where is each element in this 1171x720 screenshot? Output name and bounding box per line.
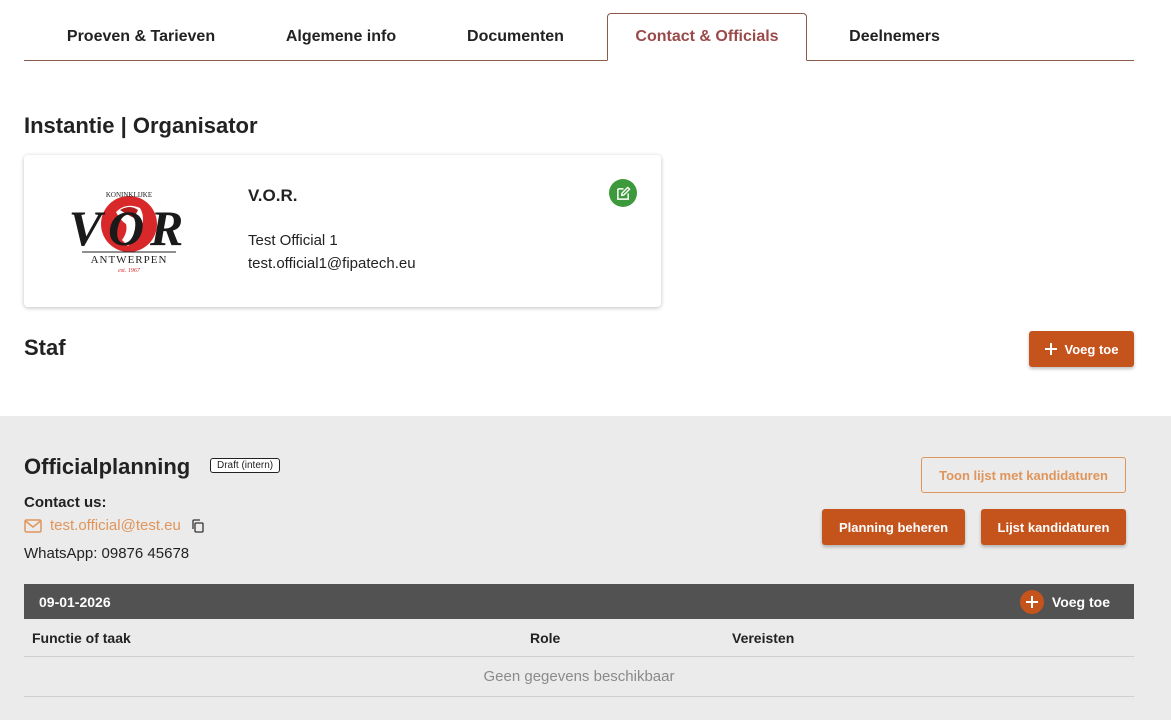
- column-header-role[interactable]: Role: [530, 630, 560, 646]
- organizer-name: V.O.R.: [248, 186, 298, 205]
- add-planning-item-button[interactable]: Voeg toe: [1019, 590, 1110, 614]
- column-header-function[interactable]: Functie of taak: [32, 630, 131, 646]
- add-planning-item-label: Voeg toe: [1051, 594, 1110, 610]
- add-staff-label: Voeg toe: [1064, 341, 1119, 357]
- organizer-card: KONINKLIJKE VOR ANTWERPEN est. 1967 V.O.…: [24, 155, 661, 307]
- plus-icon: [1044, 343, 1057, 355]
- candidates-list-button[interactable]: Lijst kandidaturen: [981, 509, 1126, 545]
- tab-bar: Proeven & Tarieven Algemene info Documen…: [24, 13, 1134, 61]
- tab-contact-officials[interactable]: Contact & Officials: [607, 13, 807, 61]
- plus-circle-icon: [1019, 590, 1044, 614]
- mail-icon: [24, 518, 42, 533]
- table-empty-row: Geen gegevens beschikbaar: [24, 657, 1134, 697]
- status-badge: Draft (intern): [210, 458, 281, 473]
- logo-top-text: KONINKLIJKE: [106, 191, 152, 199]
- table-header: Functie of taak Role Vereisten: [24, 619, 1134, 657]
- organizer-section-title: Instantie | Organisator: [24, 113, 258, 138]
- logo-bottom-text: ANTWERPEN: [91, 254, 168, 266]
- organizer-logo: KONINKLIJKE VOR ANTWERPEN est. 1967: [54, 188, 204, 278]
- show-candidates-button[interactable]: Toon lijst met kandidaturen: [921, 457, 1126, 493]
- contact-email-row: test.official@test.eu: [24, 517, 205, 534]
- date-header-bar: 09-01-2026 Voeg toe: [24, 584, 1134, 619]
- edit-icon: [616, 186, 630, 200]
- contact-email-link[interactable]: test.official@test.eu: [50, 517, 181, 534]
- organizer-official-name: Test Official 1: [248, 232, 338, 249]
- whatsapp-number: WhatsApp: 09876 45678: [24, 545, 190, 562]
- tab-documenten[interactable]: Documenten: [424, 13, 607, 61]
- edit-organizer-button[interactable]: [609, 179, 637, 207]
- logo-main-text: VOR: [69, 200, 190, 256]
- staff-section-title: Staf: [24, 335, 66, 360]
- tab-algemene-info[interactable]: Algemene info: [258, 13, 424, 61]
- planning-title: Officialplanning: [24, 454, 191, 479]
- organizer-official-email: test.official1@fipatech.eu: [248, 255, 416, 272]
- manage-planning-button[interactable]: Planning beheren: [822, 509, 965, 545]
- planning-date: 09-01-2026: [39, 593, 111, 610]
- official-planning-section: Officialplanning Draft (intern) Contact …: [0, 416, 1171, 720]
- add-staff-button[interactable]: Voeg toe: [1029, 331, 1134, 367]
- contact-label: Contact us:: [24, 494, 107, 511]
- logo-est-text: est. 1967: [118, 268, 141, 274]
- tab-proeven-tarieven[interactable]: Proeven & Tarieven: [24, 13, 258, 61]
- tab-deelnemers[interactable]: Deelnemers: [807, 13, 982, 61]
- copy-icon[interactable]: [191, 518, 205, 533]
- column-header-requirements[interactable]: Vereisten: [732, 630, 794, 646]
